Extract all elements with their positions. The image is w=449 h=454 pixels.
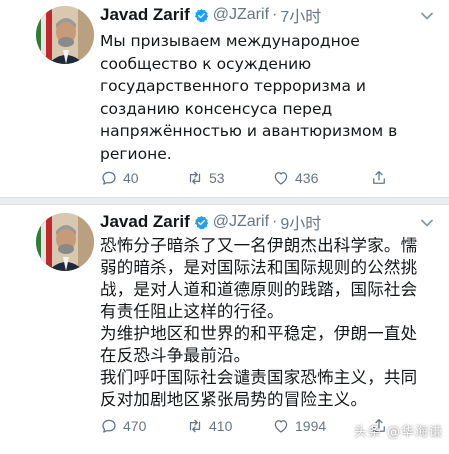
- like-count: 436: [295, 170, 319, 186]
- watermark: 头条 @华海谦: [353, 425, 443, 440]
- tweet-timestamp[interactable]: 7小时: [280, 3, 321, 27]
- retweet-count: 410: [209, 418, 233, 434]
- avatar[interactable]: [36, 6, 94, 64]
- tweet-text: Мы призываем международное сообщество к …: [100, 32, 398, 163]
- author-handle[interactable]: @JZarif: [213, 213, 269, 231]
- retweet-count: 53: [209, 170, 225, 186]
- author-name[interactable]: Javad Zarif: [100, 5, 190, 25]
- reply-button[interactable]: 470: [100, 417, 186, 435]
- tweet-feed: Javad Zarif @JZarif · 7小时 Мы призываем м…: [0, 0, 449, 454]
- share-icon: [373, 170, 385, 184]
- author-handle[interactable]: @JZarif: [213, 6, 269, 24]
- tweet-header: Javad Zarif @JZarif · 7小时: [100, 4, 439, 26]
- tweet-actions: 40 53 436: [100, 168, 439, 188]
- like-icon: [274, 172, 288, 185]
- like-count: 1994: [295, 418, 327, 434]
- tweet-header: Javad Zarif @JZarif · 9小时: [100, 211, 439, 233]
- separator-dot: ·: [272, 213, 278, 230]
- avatar[interactable]: [36, 213, 94, 271]
- chevron-down-icon[interactable]: [419, 8, 435, 24]
- author-name[interactable]: Javad Zarif: [100, 212, 190, 232]
- retweet-icon: [189, 419, 201, 433]
- tweet-timestamp[interactable]: 9小时: [280, 210, 321, 234]
- retweet-icon: [189, 171, 201, 185]
- separator-dot: ·: [272, 6, 278, 23]
- verified-badge-icon: [194, 8, 208, 22]
- tweet-divider: [0, 197, 449, 205]
- reply-icon: [102, 171, 116, 185]
- like-icon: [274, 420, 288, 433]
- retweet-button[interactable]: 53: [186, 169, 272, 187]
- reply-count: 40: [123, 170, 139, 186]
- avatar-photo: [36, 6, 94, 64]
- like-button[interactable]: 436: [272, 169, 358, 187]
- tweet-text: 恐怖分子暗杀了又一名伊朗杰出科学家。懦 弱的暗杀，是对国际法和国际规则的公然挑 …: [100, 236, 418, 409]
- reply-count: 470: [123, 418, 147, 434]
- tweet[interactable]: Javad Zarif @JZarif · 7小时 Мы призываем м…: [0, 0, 449, 197]
- tweet[interactable]: Javad Zarif @JZarif · 9小时 恐怖分子暗杀了又一名伊朗杰出…: [0, 205, 449, 454]
- avatar-photo: [36, 213, 94, 271]
- reply-button[interactable]: 40: [100, 169, 186, 187]
- verified-badge-icon: [194, 215, 208, 229]
- retweet-button[interactable]: 410: [186, 417, 272, 435]
- share-button[interactable]: [370, 169, 410, 187]
- chevron-down-icon[interactable]: [419, 215, 435, 231]
- reply-icon: [102, 419, 116, 433]
- like-button[interactable]: 1994: [272, 417, 358, 435]
